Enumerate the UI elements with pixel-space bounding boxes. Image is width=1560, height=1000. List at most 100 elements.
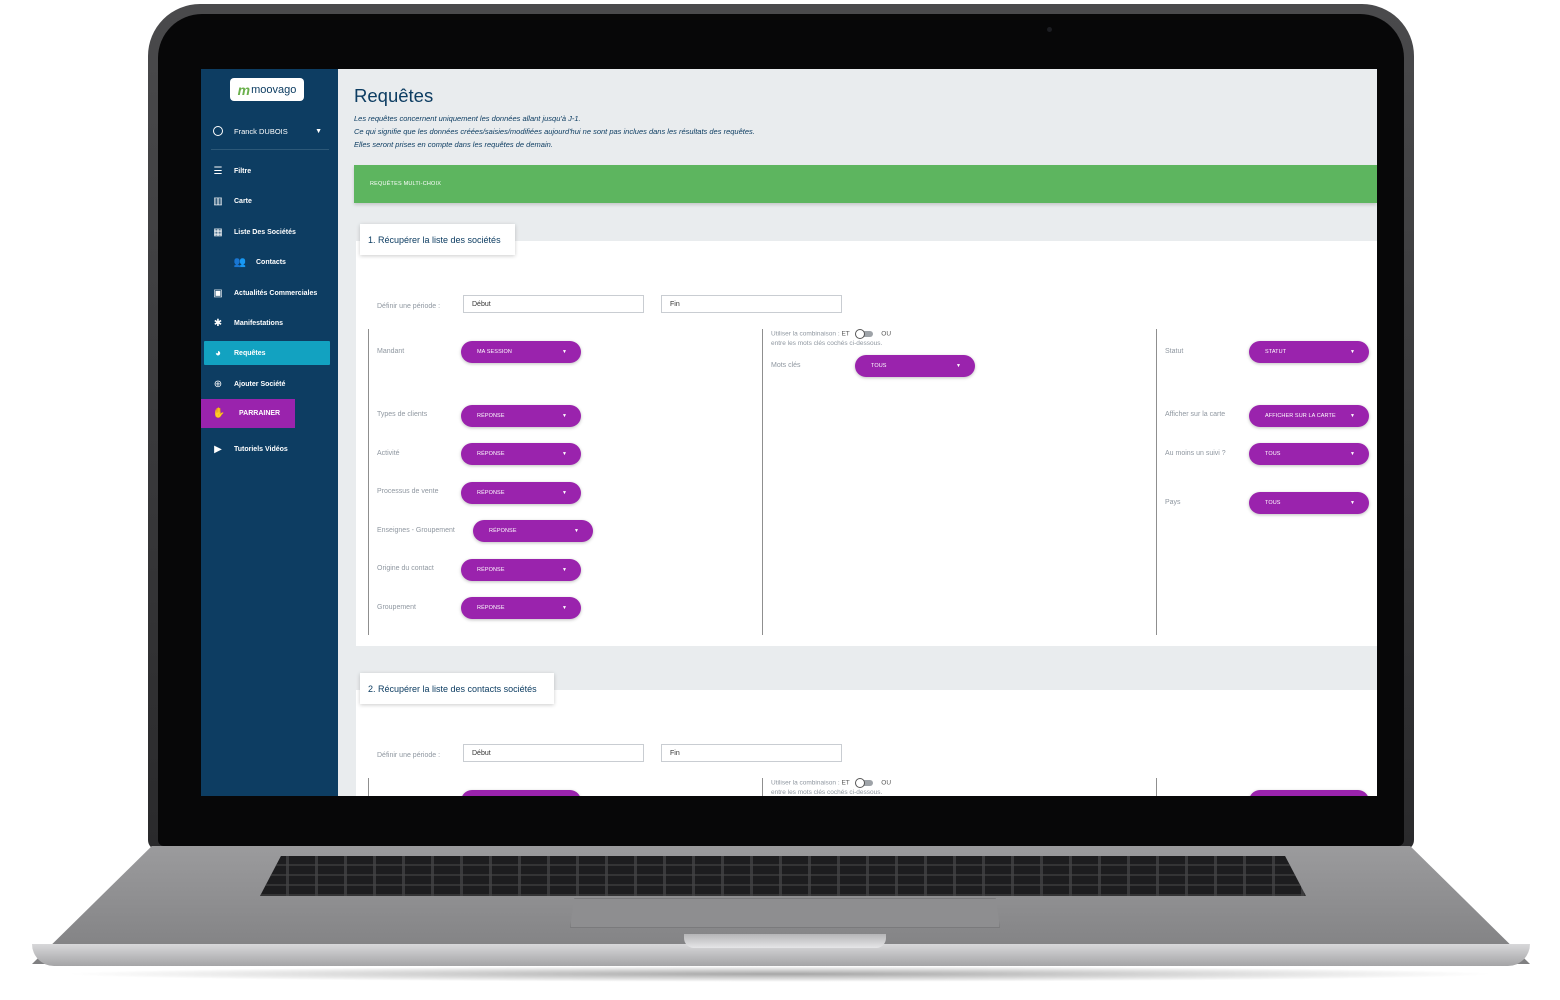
section-card-contacts: Définir une période : Début Fin Utiliser… xyxy=(356,690,1377,796)
caret-down-icon: ▼ xyxy=(562,605,567,611)
field-label: Origine du contact xyxy=(377,565,434,572)
select-value: RÉPONSE xyxy=(477,567,505,573)
caret-down-icon: ▼ xyxy=(1350,451,1355,457)
handshake-icon: ✋ xyxy=(212,408,226,419)
sidebar-item-label: Liste Des Sociétés xyxy=(234,228,296,236)
sidebar: m moovago Franck DUBOIS ▼ ☰ Filtre ▥ Car… xyxy=(201,69,338,796)
caret-down-icon: ▼ xyxy=(1350,413,1355,419)
afficher-carte-select[interactable]: AFFICHER SUR LA CARTE ▼ xyxy=(1249,405,1369,427)
select-value: MA SESSION xyxy=(477,349,512,355)
start-date-input[interactable]: Début xyxy=(463,744,644,762)
et-ou-toggle[interactable] xyxy=(855,778,875,788)
end-date-input[interactable]: Fin xyxy=(661,295,842,313)
select-value: RÉPONSE xyxy=(477,605,505,611)
app-screen: m moovago Franck DUBOIS ▼ ☰ Filtre ▥ Car… xyxy=(201,69,1377,796)
info-text: Les requêtes concernent uniquement les d… xyxy=(354,114,581,123)
trackpad xyxy=(570,898,1000,928)
page-title: Requêtes xyxy=(354,85,434,106)
sidebar-item-contacts[interactable]: 👥 Contacts xyxy=(226,250,330,274)
period-label: Définir une période : xyxy=(377,752,441,759)
caret-down-icon: ▼ xyxy=(574,528,579,534)
origine-contact-select[interactable]: RÉPONSE ▼ xyxy=(461,559,581,581)
suivi-select[interactable]: TOUS ▼ xyxy=(1249,443,1369,465)
field-label: Au moins un suivi ? xyxy=(1165,450,1226,457)
select-value: RÉPONSE xyxy=(477,413,505,419)
sidebar-item-actualites[interactable]: ▣ Actualités Commerciales xyxy=(204,281,330,305)
field-label: Afficher sur la carte xyxy=(1165,411,1226,418)
statut-select[interactable]: STATUT ▼ xyxy=(1249,341,1369,363)
people-icon: 👥 xyxy=(233,256,247,268)
user-avatar-icon xyxy=(213,126,223,136)
sidebar-item-tutoriels[interactable]: ▶ Tutoriels Vidéos xyxy=(204,437,330,461)
field-label: Processus de vente xyxy=(377,488,439,495)
statut-select[interactable] xyxy=(1249,790,1369,796)
start-date-input[interactable]: Début xyxy=(463,295,644,313)
activite-select[interactable]: RÉPONSE ▼ xyxy=(461,443,581,465)
info-text: Elles seront prises en compte dans les r… xyxy=(354,140,553,149)
et-label: ET xyxy=(841,779,850,787)
chevron-down-icon: ▼ xyxy=(315,127,322,135)
sidebar-item-label: Ajouter Société xyxy=(234,380,286,388)
sidebar-item-label: Tutoriels Vidéos xyxy=(234,445,288,453)
select-value: AFFICHER SUR LA CARTE xyxy=(1265,413,1336,419)
sidebar-item-filtre[interactable]: ☰ Filtre xyxy=(204,159,330,183)
user-name: Franck DUBOIS xyxy=(234,126,288,136)
field-label: Mots clés xyxy=(771,362,801,369)
sidebar-item-ajouter-societe[interactable]: ⊕ Ajouter Société xyxy=(204,372,330,396)
column-divider xyxy=(1156,329,1157,635)
keyboard-rows xyxy=(260,856,1306,896)
sidebar-item-label: Carte xyxy=(234,197,252,205)
ou-label: OU xyxy=(881,779,892,787)
laptop-notch xyxy=(684,934,886,948)
sidebar-item-label: Actualités Commerciales xyxy=(234,289,318,297)
sidebar-item-label: Manifestations xyxy=(234,319,284,327)
end-date-input[interactable]: Fin xyxy=(661,744,842,762)
multi-choice-banner[interactable]: REQUÊTES MULTI-CHOIX xyxy=(354,165,1377,203)
map-icon: ▥ xyxy=(213,195,223,207)
column-divider xyxy=(762,329,763,635)
logo-mark-icon: m xyxy=(237,81,251,98)
select-value: TOUS xyxy=(871,363,887,369)
caret-down-icon: ▼ xyxy=(562,451,567,457)
caret-down-icon: ▼ xyxy=(562,567,567,573)
add-circle-icon: ⊕ xyxy=(213,378,223,390)
app-logo[interactable]: m moovago xyxy=(230,78,304,101)
sidebar-item-label: Requêtes xyxy=(234,349,266,357)
sidebar-item-manifestations[interactable]: ✱ Manifestations xyxy=(204,311,330,335)
select-value: RÉPONSE xyxy=(477,451,505,457)
processus-vente-select[interactable]: RÉPONSE ▼ xyxy=(461,482,581,504)
calendar-icon: ▣ xyxy=(213,287,223,299)
column-divider xyxy=(368,778,369,796)
column-divider xyxy=(1156,778,1157,796)
main-content: Requêtes Les requêtes concernent uniquem… xyxy=(338,69,1377,796)
groupement-select[interactable]: RÉPONSE ▼ xyxy=(461,597,581,619)
caret-down-icon: ▼ xyxy=(562,490,567,496)
mandant-select[interactable]: MA SESSION ▼ xyxy=(461,341,581,363)
types-clients-select[interactable]: RÉPONSE ▼ xyxy=(461,405,581,427)
parrainer-button[interactable]: ✋ PARRAINER xyxy=(201,399,295,428)
select-value: TOUS xyxy=(1265,451,1281,457)
webcam-icon xyxy=(1047,27,1052,32)
select-value: TOUS xyxy=(1265,500,1281,506)
sidebar-item-label: PARRAINER xyxy=(239,410,281,417)
et-ou-toggle[interactable] xyxy=(855,329,875,339)
enseignes-select[interactable]: RÉPONSE ▼ xyxy=(473,520,593,542)
sidebar-item-societes[interactable]: ▦ Liste Des Sociétés xyxy=(204,220,330,244)
caret-down-icon: ▼ xyxy=(956,363,961,369)
combination-prefix: Utiliser la combinaison : xyxy=(771,330,840,338)
field-label: Groupement xyxy=(377,604,416,611)
caret-down-icon: ▼ xyxy=(1350,500,1355,506)
ticket-icon: ✱ xyxy=(213,317,223,329)
sidebar-item-carte[interactable]: ▥ Carte xyxy=(204,189,330,213)
section-title-contacts: 2. Récupérer la liste des contacts socié… xyxy=(360,673,554,704)
et-label: ET xyxy=(841,330,850,338)
mots-cles-select[interactable]: TOUS ▼ xyxy=(855,355,975,377)
mandant-select[interactable] xyxy=(461,790,581,796)
pays-select[interactable]: TOUS ▼ xyxy=(1249,492,1369,514)
field-label: Activité xyxy=(377,450,400,457)
pie-chart-icon: ◕ xyxy=(214,347,222,359)
sidebar-item-label: Filtre xyxy=(234,167,252,175)
sidebar-item-requetes[interactable]: ◕ Requêtes xyxy=(204,341,330,365)
user-menu[interactable]: Franck DUBOIS ▼ xyxy=(201,121,338,141)
column-divider xyxy=(762,778,763,796)
